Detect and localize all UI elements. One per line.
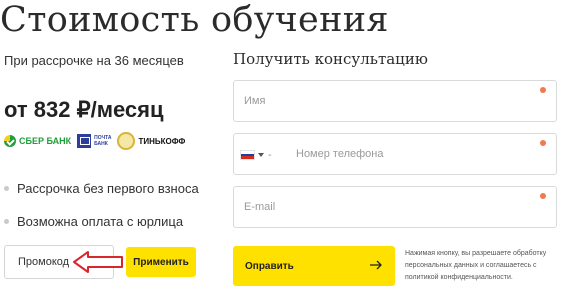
benefit-item: Возможна оплата с юрлица [4,214,183,229]
submit-button[interactable]: Оправить [233,246,395,286]
partner-banks: СБЕР БАНК ПОЧТА БАНК ТИНЬКОФФ [4,130,185,152]
arrow-right-icon [370,260,382,270]
tinkoff-label: ТИНЬКОФФ [138,136,186,146]
monthly-price: от 832 ₽/месяц [4,97,164,122]
email-field [233,186,557,228]
pochta-bank-logo: ПОЧТА БАНК [77,134,111,148]
phone-separator: - [268,149,272,161]
tinkoff-logo: ТИНЬКОФФ [117,132,185,150]
bullet-dot-icon [4,219,9,224]
sber-bank-label: СБЕР БАНК [19,136,72,146]
bullet-dot-icon [4,186,9,191]
submit-button-label: Оправить [245,260,294,272]
pochta-bank-label: ПОЧТА БАНК [94,135,111,147]
benefit-text: Возможна оплата с юрлица [17,214,184,229]
required-dot-icon [540,87,546,93]
pochta-bank-label-line2: БАНК [94,141,108,147]
required-dot-icon [540,193,546,199]
pochta-bank-logo-icon [77,134,92,148]
phone-field: - [233,133,557,175]
benefit-text: Рассрочка без первого взноса [17,181,199,196]
benefit-item: Рассрочка без первого взноса [4,181,199,196]
name-input[interactable] [234,81,556,121]
apply-promo-button[interactable]: Применить [126,247,196,277]
required-dot-icon [540,140,546,146]
sber-bank-logo: СБЕР БАНК [4,135,71,147]
installment-text: При рассрочке на 36 месяцев [4,53,184,68]
form-title: Получить консультацию [233,50,428,68]
email-input[interactable] [234,187,556,227]
phone-input[interactable] [234,134,556,174]
ru-flag-icon[interactable] [240,150,255,160]
red-arrow-annotation-icon [73,251,123,273]
chevron-down-icon[interactable] [258,153,264,157]
tinkoff-logo-icon [117,132,136,150]
name-field [233,80,557,122]
consent-text: Нажимая кнопку, вы разрешаете обработку … [405,250,547,281]
page-title: Стоимость обучения [0,0,389,40]
sber-logo-icon [4,135,16,147]
